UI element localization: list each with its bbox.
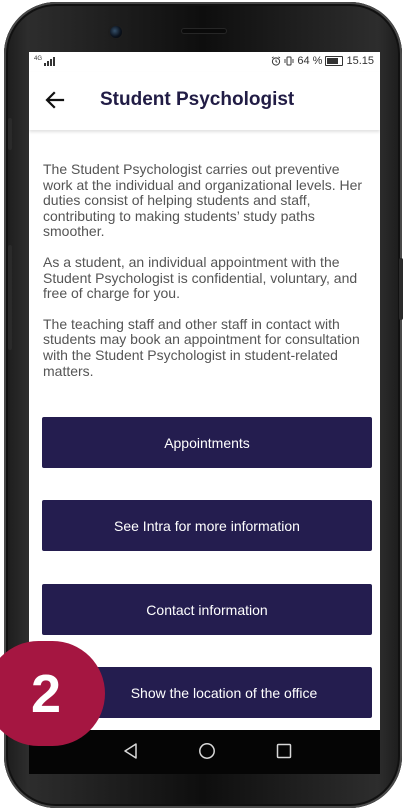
description-paragraph: As a student, an individual appointment … bbox=[43, 253, 358, 302]
phone-volume-button bbox=[8, 245, 12, 350]
status-indicators: 64 % 15.15 bbox=[271, 55, 374, 67]
step-number: 2 bbox=[30, 664, 62, 724]
screen: 4G 64 % 15.15 Student Psychologist The S… bbox=[29, 52, 380, 730]
alarm-icon bbox=[272, 56, 281, 66]
circle-home-icon[interactable] bbox=[197, 741, 217, 761]
button-label: See Intra for more information bbox=[114, 517, 300, 534]
earpiece-speaker bbox=[182, 29, 226, 33]
status-bar: 4G 64 % 15.15 bbox=[29, 52, 380, 72]
description: The Student Psychologist carries out pre… bbox=[43, 161, 371, 394]
page-title: Student Psychologist bbox=[100, 89, 295, 110]
button-label: Contact information bbox=[146, 601, 268, 618]
arrow-left-icon[interactable] bbox=[43, 88, 67, 112]
battery-icon bbox=[325, 56, 344, 66]
front-camera bbox=[110, 26, 122, 38]
appointments-button[interactable]: Appointments bbox=[42, 417, 372, 468]
see-intra-button[interactable]: See Intra for more information bbox=[42, 500, 372, 551]
network-type: 4G bbox=[34, 56, 43, 62]
battery-percent: 64 % bbox=[297, 55, 323, 67]
button-label: Show the location of the office bbox=[130, 684, 318, 701]
app-header: Student Psychologist bbox=[29, 72, 380, 130]
triangle-back-icon[interactable] bbox=[121, 741, 141, 761]
vibrate-icon bbox=[284, 56, 294, 66]
description-paragraph: The teaching staff and other staff in co… bbox=[43, 315, 360, 379]
clock: 15.15 bbox=[346, 55, 374, 67]
contact-information-button[interactable]: Contact information bbox=[42, 584, 372, 635]
phone-power-button bbox=[399, 258, 403, 320]
square-recents-icon[interactable] bbox=[274, 741, 294, 761]
phone-volume-button bbox=[8, 118, 12, 150]
button-label: Appointments bbox=[164, 434, 250, 451]
description-paragraph: The Student Psychologist carries out pre… bbox=[43, 161, 363, 240]
signal-icon: 4G bbox=[34, 56, 56, 66]
